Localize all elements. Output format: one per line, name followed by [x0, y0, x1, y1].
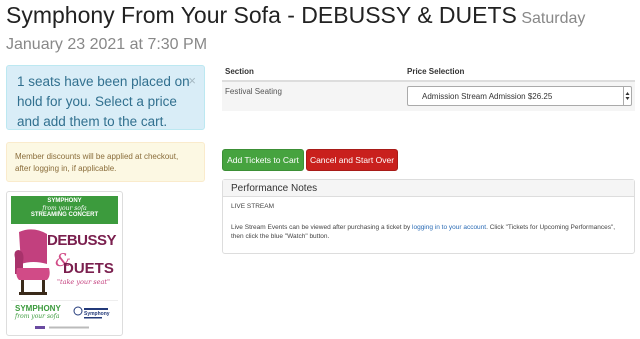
symphony-logo-sub: from your sofa — [15, 313, 60, 320]
hold-alert-message: 1 seats have been placed on hold for you… — [17, 74, 190, 129]
sponsor-logo: Symphony — [73, 305, 111, 323]
hold-alert: 1 seats have been placed on hold for you… — [6, 65, 205, 130]
poster-footer: SYMPHONY from your sofa Symphony — [11, 300, 118, 331]
notes-paragraph: Live Stream Events can be viewed after p… — [231, 223, 626, 241]
poster-banner: SYMPHONY from your sofa STREAMING CONCER… — [11, 196, 118, 224]
chevron-down-icon[interactable] — [623, 87, 631, 105]
price-select-value: Admission Stream Admission $26.25 — [422, 91, 553, 101]
event-poster: SYMPHONY from your sofa STREAMING CONCER… — [6, 191, 123, 336]
event-title: Symphony From Your Sofa - DEBUSSY & DUET… — [6, 2, 517, 28]
symphony-logo: SYMPHONY from your sofa — [15, 305, 61, 321]
close-icon[interactable]: × — [188, 71, 196, 91]
poster-word-duets: DUETS — [63, 260, 114, 277]
price-cell: Admission Stream Admission $26.25 — [404, 80, 635, 111]
sponsor-name: Symphony — [84, 311, 110, 317]
live-stream-label: LIVE STREAM — [231, 203, 274, 210]
poster-banner-line1: SYMPHONY — [47, 198, 82, 204]
price-select[interactable]: Admission Stream Admission $26.25 — [407, 86, 632, 106]
cancel-button[interactable]: Cancel and Start Over — [306, 149, 398, 171]
sponsor-emblem-icon: Symphony — [73, 306, 110, 319]
performance-notes-body: LIVE STREAM Live Stream Events can be vi… — [223, 197, 634, 246]
poster-banner-line2: from your sofa — [42, 205, 87, 212]
sponsor-bar — [35, 326, 89, 329]
table-row: Festival Seating Admission Stream Admiss… — [222, 80, 635, 111]
discount-alert-message: Member discounts will be applied at chec… — [15, 152, 179, 173]
column-header-section: Section — [222, 63, 404, 82]
discount-alert: Member discounts will be applied at chec… — [6, 142, 205, 182]
notes-text-before: Live Stream Events can be viewed after p… — [231, 224, 413, 231]
section-cell: Festival Seating — [222, 80, 404, 111]
poster-word-debussy: DEBUSSY — [47, 232, 117, 249]
page-title: Symphony From Your Sofa - DEBUSSY & DUET… — [6, 2, 636, 58]
symphony-logo-text: SYMPHONY — [15, 304, 61, 313]
poster-banner-line3: STREAMING CONCERT — [30, 212, 99, 218]
poster-tagline: "take your seat" — [57, 278, 110, 286]
performance-notes-header: Performance Notes — [223, 180, 634, 197]
performance-notes-panel: Performance Notes LIVE STREAM Live Strea… — [222, 179, 635, 254]
ticket-table: Section Price Selection Festival Seating… — [222, 63, 635, 111]
add-tickets-button[interactable]: Add Tickets to Cart — [222, 149, 304, 171]
column-header-price: Price Selection — [404, 63, 635, 82]
login-link[interactable]: logging in to your account — [412, 224, 486, 231]
